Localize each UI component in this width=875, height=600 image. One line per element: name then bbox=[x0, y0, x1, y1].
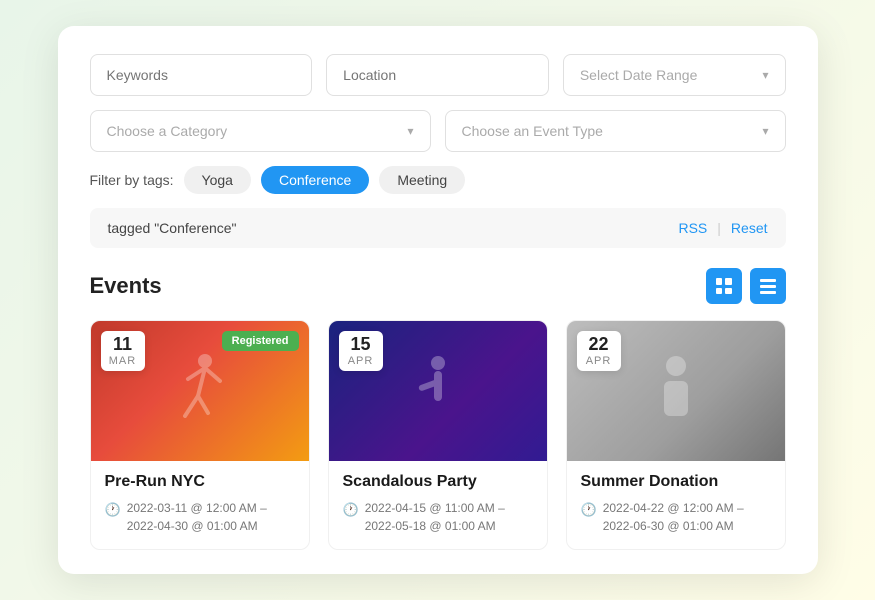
event-date-badge-3: 22 APR bbox=[577, 331, 621, 371]
event-time-3: 🕐 2022-04-22 @ 12:00 AM – 2022-06-30 @ 0… bbox=[581, 499, 771, 535]
view-buttons bbox=[706, 268, 786, 304]
separator: | bbox=[717, 220, 721, 236]
clock-icon-3: 🕐 bbox=[581, 500, 597, 520]
event-card-3[interactable]: 22 APR Summer Donation 🕐 2022-04-22 @ 12… bbox=[566, 320, 786, 550]
chevron-down-icon: ▾ bbox=[407, 124, 413, 138]
event-day-3: 22 bbox=[585, 335, 613, 355]
list-icon bbox=[760, 279, 776, 294]
grid-icon bbox=[716, 278, 732, 294]
event-card-2[interactable]: 15 APR Scandalous Party 🕐 2022-04-15 @ 1… bbox=[328, 320, 548, 550]
event-month-1: MAR bbox=[109, 355, 137, 367]
event-card-1[interactable]: 11 MAR Registered Pre-Run NYC 🕐 2022-03-… bbox=[90, 320, 310, 550]
event-time-text-2: 2022-04-15 @ 11:00 AM – 2022-05-18 @ 01:… bbox=[365, 499, 533, 535]
event-type-select[interactable]: Choose an Event Type ▾ bbox=[445, 110, 786, 152]
clock-icon-2: 🕐 bbox=[343, 500, 359, 520]
registered-badge-1: Registered bbox=[222, 331, 299, 351]
event-time-text-3: 2022-04-22 @ 12:00 AM – 2022-06-30 @ 01:… bbox=[603, 499, 771, 535]
events-title: Events bbox=[90, 273, 162, 299]
tag-meeting[interactable]: Meeting bbox=[379, 166, 465, 194]
location-input[interactable] bbox=[326, 54, 549, 96]
event-name-3: Summer Donation bbox=[581, 473, 771, 491]
tags-label: Filter by tags: bbox=[90, 172, 174, 188]
main-card: Select Date Range ▾ Choose a Category ▾ … bbox=[58, 26, 818, 574]
event-time-2: 🕐 2022-04-15 @ 11:00 AM – 2022-05-18 @ 0… bbox=[343, 499, 533, 535]
event-time-1: 🕐 2022-03-11 @ 12:00 AM – 2022-04-30 @ 0… bbox=[105, 499, 295, 535]
tagged-text: tagged "Conference" bbox=[108, 220, 237, 236]
grid-view-button[interactable] bbox=[706, 268, 742, 304]
event-month-3: APR bbox=[585, 355, 613, 367]
events-header: Events bbox=[90, 268, 786, 304]
event-date-badge-2: 15 APR bbox=[339, 331, 383, 371]
event-image-wrap-3: 22 APR bbox=[567, 321, 785, 461]
tagged-actions: RSS | Reset bbox=[678, 220, 767, 236]
event-day-1: 11 bbox=[109, 335, 137, 355]
event-day-2: 15 bbox=[347, 335, 375, 355]
events-grid: 11 MAR Registered Pre-Run NYC 🕐 2022-03-… bbox=[90, 320, 786, 550]
event-name-2: Scandalous Party bbox=[343, 473, 533, 491]
keywords-input[interactable] bbox=[90, 54, 313, 96]
event-date-badge-1: 11 MAR bbox=[101, 331, 145, 371]
tags-row: Filter by tags: Yoga Conference Meeting bbox=[90, 166, 786, 194]
event-time-text-1: 2022-03-11 @ 12:00 AM – 2022-04-30 @ 01:… bbox=[127, 499, 295, 535]
event-info-2: Scandalous Party 🕐 2022-04-15 @ 11:00 AM… bbox=[329, 461, 547, 549]
clock-icon-1: 🕐 bbox=[105, 500, 121, 520]
event-type-label: Choose an Event Type bbox=[462, 123, 603, 139]
filter-row-2: Choose a Category ▾ Choose an Event Type… bbox=[90, 110, 786, 152]
tag-yoga[interactable]: Yoga bbox=[184, 166, 251, 194]
event-month-2: APR bbox=[347, 355, 375, 367]
chevron-down-icon: ▾ bbox=[762, 68, 768, 82]
rss-link[interactable]: RSS bbox=[678, 220, 707, 236]
list-view-button[interactable] bbox=[750, 268, 786, 304]
event-name-1: Pre-Run NYC bbox=[105, 473, 295, 491]
filter-row-1: Select Date Range ▾ bbox=[90, 54, 786, 96]
tagged-bar: tagged "Conference" RSS | Reset bbox=[90, 208, 786, 248]
event-image-wrap-1: 11 MAR Registered bbox=[91, 321, 309, 461]
chevron-down-icon: ▾ bbox=[762, 124, 768, 138]
tag-conference[interactable]: Conference bbox=[261, 166, 369, 194]
category-select[interactable]: Choose a Category ▾ bbox=[90, 110, 431, 152]
date-range-label: Select Date Range bbox=[580, 67, 698, 83]
event-info-1: Pre-Run NYC 🕐 2022-03-11 @ 12:00 AM – 20… bbox=[91, 461, 309, 549]
reset-link[interactable]: Reset bbox=[731, 220, 768, 236]
event-info-3: Summer Donation 🕐 2022-04-22 @ 12:00 AM … bbox=[567, 461, 785, 549]
date-range-select[interactable]: Select Date Range ▾ bbox=[563, 54, 786, 96]
event-image-wrap-2: 15 APR bbox=[329, 321, 547, 461]
category-label: Choose a Category bbox=[107, 123, 228, 139]
